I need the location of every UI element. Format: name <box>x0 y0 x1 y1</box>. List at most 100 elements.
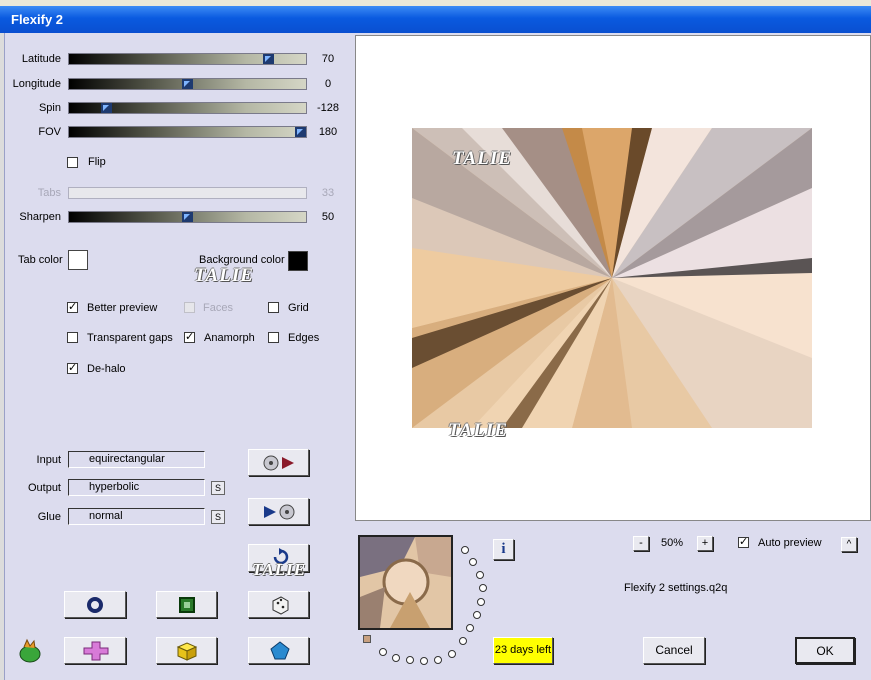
thumbnail-image <box>360 537 451 628</box>
preset-dot[interactable] <box>473 611 481 619</box>
grid-checkbox[interactable] <box>268 302 279 313</box>
fov-label: FOV <box>38 126 61 138</box>
frame-button[interactable] <box>156 591 217 618</box>
latitude-label: Latitude <box>21 53 61 65</box>
fov-slider-thumb[interactable] <box>295 127 306 137</box>
talie-watermark: TALIE <box>252 560 307 579</box>
cancel-button[interactable]: Cancel <box>643 637 705 664</box>
de-halo-checkbox[interactable]: ✓ <box>67 363 78 374</box>
anamorph-checkbox[interactable]: ✓ <box>184 332 195 343</box>
preset-dot[interactable] <box>479 584 487 592</box>
preset-dot[interactable] <box>459 637 467 645</box>
output-s-button[interactable]: S <box>211 481 225 495</box>
auto-preview-label: Auto preview <box>758 537 822 549</box>
sharpen-slider-thumb[interactable] <box>182 212 193 222</box>
spin-slider-thumb[interactable] <box>101 103 112 113</box>
longitude-slider[interactable] <box>68 78 307 90</box>
transparent-gaps-checkbox[interactable] <box>67 332 78 343</box>
square-frame-icon <box>179 597 195 613</box>
ring-button[interactable] <box>64 591 126 618</box>
talie-watermark: TALIE <box>448 420 508 441</box>
preset-indicator <box>363 635 371 643</box>
tabs-slider <box>68 187 307 199</box>
zoom-in-button[interactable]: + <box>697 536 713 551</box>
better-preview-checkbox[interactable]: ✓ <box>67 302 78 313</box>
preset-dot[interactable] <box>406 656 414 664</box>
auto-preview-checkbox[interactable]: ✓ <box>738 537 749 548</box>
glue-field[interactable]: normal <box>68 508 205 525</box>
random-button[interactable] <box>248 591 309 618</box>
spin-label: Spin <box>38 102 61 114</box>
cross-shape-icon <box>83 641 109 661</box>
disc-in-icon <box>263 455 294 471</box>
edges-label: Edges <box>288 332 320 344</box>
collapse-button[interactable]: ^ <box>841 537 857 552</box>
preset-dot[interactable] <box>476 571 484 579</box>
input-projection-field[interactable]: equirectangular <box>68 451 205 468</box>
sharpen-label: Sharpen <box>19 211 61 223</box>
save-preset-button[interactable] <box>248 498 309 525</box>
preset-dot[interactable] <box>420 657 428 665</box>
talie-watermark: TALIE <box>452 148 512 169</box>
preview-image <box>412 128 812 428</box>
spin-slider[interactable] <box>68 102 307 114</box>
talie-watermark: TALIE <box>194 265 254 286</box>
input-label: Input <box>36 454 61 466</box>
longitude-slider-thumb[interactable] <box>182 79 193 89</box>
anamorph-label: Anamorph <box>204 332 255 344</box>
cross-button[interactable] <box>64 637 126 664</box>
glue-s-button[interactable]: S <box>211 510 225 524</box>
cube-button[interactable] <box>156 637 217 664</box>
preset-dot[interactable] <box>434 656 442 664</box>
longitude-label: Longitude <box>12 78 61 90</box>
settings-filename: Flexify 2 settings.q2q <box>624 582 728 594</box>
trial-days-button[interactable]: 23 days left <box>493 637 553 664</box>
background-color-swatch[interactable] <box>288 251 308 271</box>
zoom-level: 50% <box>661 537 684 549</box>
zoom-out-button[interactable]: - <box>633 536 649 551</box>
better-preview-label: Better preview <box>87 302 158 314</box>
load-preset-button[interactable] <box>248 449 309 476</box>
de-halo-label: De-halo <box>87 363 126 375</box>
flip-label: Flip <box>88 156 106 168</box>
spin-value: -128 <box>316 102 340 114</box>
longitude-value: 0 <box>324 78 332 90</box>
tabs-label: Tabs <box>37 187 61 199</box>
faces-checkbox <box>184 302 195 313</box>
window-title: Flexify 2 <box>11 12 64 27</box>
preset-dot[interactable] <box>448 650 456 658</box>
preset-dot[interactable] <box>466 624 474 632</box>
transparent-gaps-label: Transparent gaps <box>87 332 173 344</box>
preset-dot[interactable] <box>469 558 477 566</box>
grid-label: Grid <box>288 302 309 314</box>
flip-checkbox[interactable] <box>67 157 78 168</box>
tabs-value: 33 <box>321 187 335 199</box>
pentagon-button[interactable] <box>248 637 309 664</box>
preset-dot[interactable] <box>477 598 485 606</box>
latitude-slider-thumb[interactable] <box>263 54 274 64</box>
cube-icon <box>176 642 198 661</box>
latitude-value: 70 <box>321 53 335 65</box>
plugin-logo-icon <box>19 638 41 663</box>
ring-icon <box>87 597 103 613</box>
info-button[interactable]: i <box>493 539 514 560</box>
latitude-slider[interactable] <box>68 53 307 65</box>
sharpen-value: 50 <box>321 211 335 223</box>
preset-dot[interactable] <box>392 654 400 662</box>
disc-out-icon <box>264 504 295 520</box>
fov-slider[interactable] <box>68 126 307 138</box>
sharpen-slider[interactable] <box>68 211 307 223</box>
output-projection-field[interactable]: hyperbolic <box>68 479 205 496</box>
glue-label: Glue <box>37 511 61 523</box>
ok-button[interactable]: OK <box>795 637 855 664</box>
pentagon-icon <box>270 641 290 660</box>
preset-dot[interactable] <box>379 648 387 656</box>
edges-checkbox[interactable] <box>268 332 279 343</box>
tab-color-swatch[interactable] <box>68 250 88 270</box>
output-label: Output <box>27 482 61 494</box>
preset-dot[interactable] <box>461 546 469 554</box>
preset-thumbnail[interactable] <box>358 535 453 630</box>
title-bar: Flexify 2 <box>0 6 871 33</box>
faces-label: Faces <box>203 302 233 314</box>
fov-value: 180 <box>318 126 338 138</box>
